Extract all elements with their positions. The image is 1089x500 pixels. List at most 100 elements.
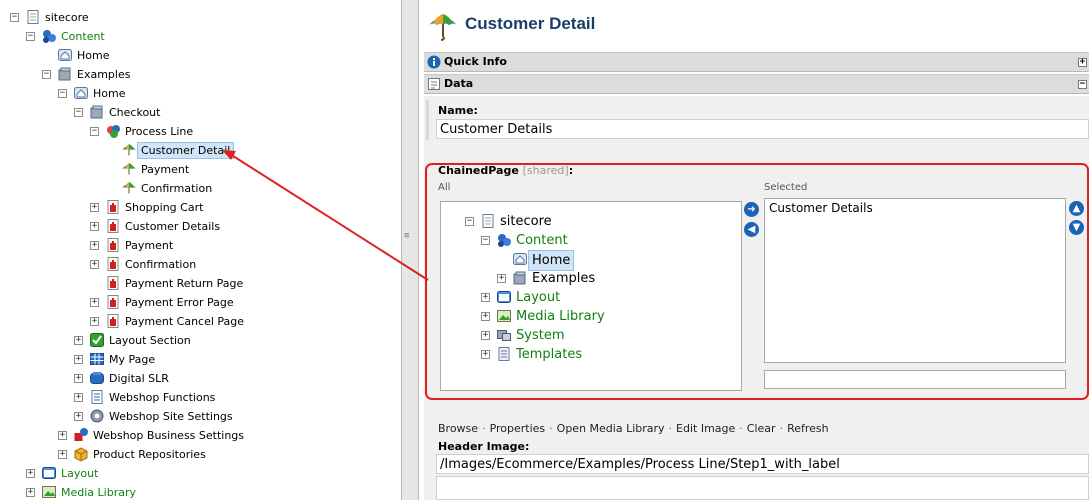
tree-node[interactable]: + Layout Section [0, 331, 400, 350]
collapse-icon[interactable]: − [26, 32, 35, 41]
collapse-icon[interactable]: − [90, 127, 99, 136]
move-up-button[interactable]: ▲ [1069, 201, 1084, 216]
expand-icon[interactable]: + [26, 488, 35, 497]
expand-icon[interactable]: + [90, 298, 99, 307]
expand-icon[interactable]: + [74, 374, 83, 383]
tree-node[interactable]: + Layout [0, 464, 400, 483]
collapse-icon[interactable]: − [42, 70, 51, 79]
tree-node[interactable]: + Payment Cancel Page [0, 312, 400, 331]
expand-icon[interactable]: + [58, 450, 67, 459]
expand-icon[interactable]: + [74, 393, 83, 402]
chained-tree-node-label: Content [516, 233, 568, 248]
section-data[interactable]: Data − [424, 74, 1089, 94]
page-icon [480, 213, 496, 229]
tree-node[interactable]: + Media Library [0, 483, 400, 500]
name-field[interactable] [436, 119, 1089, 139]
expand-icon[interactable]: + [497, 274, 506, 283]
chained-page-label: ChainedPage [shared]: [438, 164, 573, 177]
collapse-icon[interactable]: − [58, 89, 67, 98]
expand-icon[interactable]: + [90, 203, 99, 212]
chained-tree-node[interactable]: + Examples [441, 269, 741, 288]
chained-tree-node[interactable]: + System [441, 326, 741, 345]
tree-node[interactable]: + Payment [0, 236, 400, 255]
expand-icon[interactable]: + [90, 260, 99, 269]
tree-node[interactable]: − Home [0, 84, 400, 103]
expand-icon[interactable]: + [74, 412, 83, 421]
toolbar-link-browse[interactable]: Browse [438, 422, 478, 435]
settings-icon [89, 408, 105, 424]
tree-node[interactable]: Payment Return Page [0, 274, 400, 293]
toolbar-link-refresh[interactable]: Refresh [787, 422, 829, 435]
tree-node[interactable]: − Checkout [0, 103, 400, 122]
chained-tree-node[interactable]: + Layout [441, 288, 741, 307]
tree-node[interactable]: + Webshop Business Settings [0, 426, 400, 445]
chained-tree-node[interactable]: − sitecore [441, 212, 741, 231]
tree-node[interactable]: + Payment Error Page [0, 293, 400, 312]
tree-node[interactable]: + Digital SLR [0, 369, 400, 388]
toolbar-link-properties[interactable]: Properties [490, 422, 546, 435]
section-quick-info[interactable]: Quick Info + [424, 52, 1089, 72]
content-icon [496, 232, 512, 248]
pane-splitter[interactable]: ≡ [401, 0, 419, 500]
toolbar-link-open-media-library[interactable]: Open Media Library [557, 422, 665, 435]
tree-node[interactable]: + Webshop Site Settings [0, 407, 400, 426]
expand-icon[interactable]: + [74, 355, 83, 364]
expand-icon[interactable]: + [90, 317, 99, 326]
tree-node[interactable]: Payment [0, 160, 400, 179]
selected-filter-input[interactable] [764, 370, 1066, 389]
remove-selected-button[interactable]: ◀ [744, 222, 759, 237]
tree-node-label: Layout [61, 467, 99, 480]
expand-icon[interactable]: + [26, 469, 35, 478]
tree-node-label: Customer Details [125, 220, 221, 233]
all-items-tree[interactable]: − sitecore − Content Home + Examples + Layout + Me… [440, 201, 742, 391]
tree-node[interactable]: + Shopping Cart [0, 198, 400, 217]
tree-node[interactable]: Customer Detail [0, 141, 400, 160]
collapse-icon[interactable]: − [465, 217, 474, 226]
content-editor: Customer Detail Quick Info + Data − Name… [419, 0, 1089, 500]
tree-node[interactable]: + Customer Details [0, 217, 400, 236]
image-toolbar: Browse · Properties · Open Media Library · Edi… [438, 422, 829, 435]
expand-icon[interactable]: + [481, 293, 490, 302]
collapse-icon[interactable]: − [74, 108, 83, 117]
chained-tree-node[interactable]: + Templates [441, 345, 741, 364]
tree-node[interactable]: + My Page [0, 350, 400, 369]
move-down-button[interactable]: ▼ [1069, 220, 1084, 235]
selected-items-list[interactable]: Customer Details [764, 198, 1066, 363]
toolbar-link-clear[interactable]: Clear [747, 422, 776, 435]
expand-icon[interactable]: + [90, 222, 99, 231]
collapse-icon[interactable]: − [10, 13, 19, 22]
tree-node[interactable]: + Product Repositories [0, 445, 400, 464]
expand-icon[interactable]: + [90, 241, 99, 250]
tree-node[interactable]: − Examples [0, 65, 400, 84]
toolbar-link-edit-image[interactable]: Edit Image [676, 422, 735, 435]
content-icon [41, 28, 57, 44]
expand-icon[interactable]: + [481, 350, 490, 359]
expand-icon[interactable]: + [481, 312, 490, 321]
tree-node-label: Webshop Business Settings [93, 429, 245, 442]
expand-icon[interactable]: + [1078, 58, 1087, 67]
collapse-icon[interactable]: − [1078, 80, 1087, 89]
selected-item[interactable]: Customer Details [769, 201, 873, 215]
camera-icon [89, 370, 105, 386]
tree-node[interactable]: + Confirmation [0, 255, 400, 274]
tree-node[interactable]: − sitecore [0, 8, 400, 27]
chained-tree-node[interactable]: Home [441, 250, 741, 271]
tree-node[interactable]: Confirmation [0, 179, 400, 198]
splitter-grip-icon[interactable]: ≡ [404, 231, 409, 241]
expand-icon[interactable]: + [481, 331, 490, 340]
chained-tree-node[interactable]: + Media Library [441, 307, 741, 326]
tree-node[interactable]: + Webshop Functions [0, 388, 400, 407]
tree-node-label: Payment Error Page [125, 296, 234, 309]
expand-icon[interactable]: + [74, 336, 83, 345]
tree-node[interactable]: Home [0, 46, 400, 65]
add-selected-button[interactable]: ➜ [744, 202, 759, 217]
tree-node[interactable]: − Process Line [0, 122, 400, 141]
tree-node-label: Content [61, 30, 105, 43]
field-marker [426, 100, 429, 140]
header-image-field[interactable] [436, 454, 1089, 474]
image-preview-area [436, 476, 1089, 500]
collapse-icon[interactable]: − [481, 236, 490, 245]
expand-icon[interactable]: + [58, 431, 67, 440]
chained-tree-node[interactable]: − Content [441, 231, 741, 250]
tree-node[interactable]: − Content [0, 27, 400, 46]
